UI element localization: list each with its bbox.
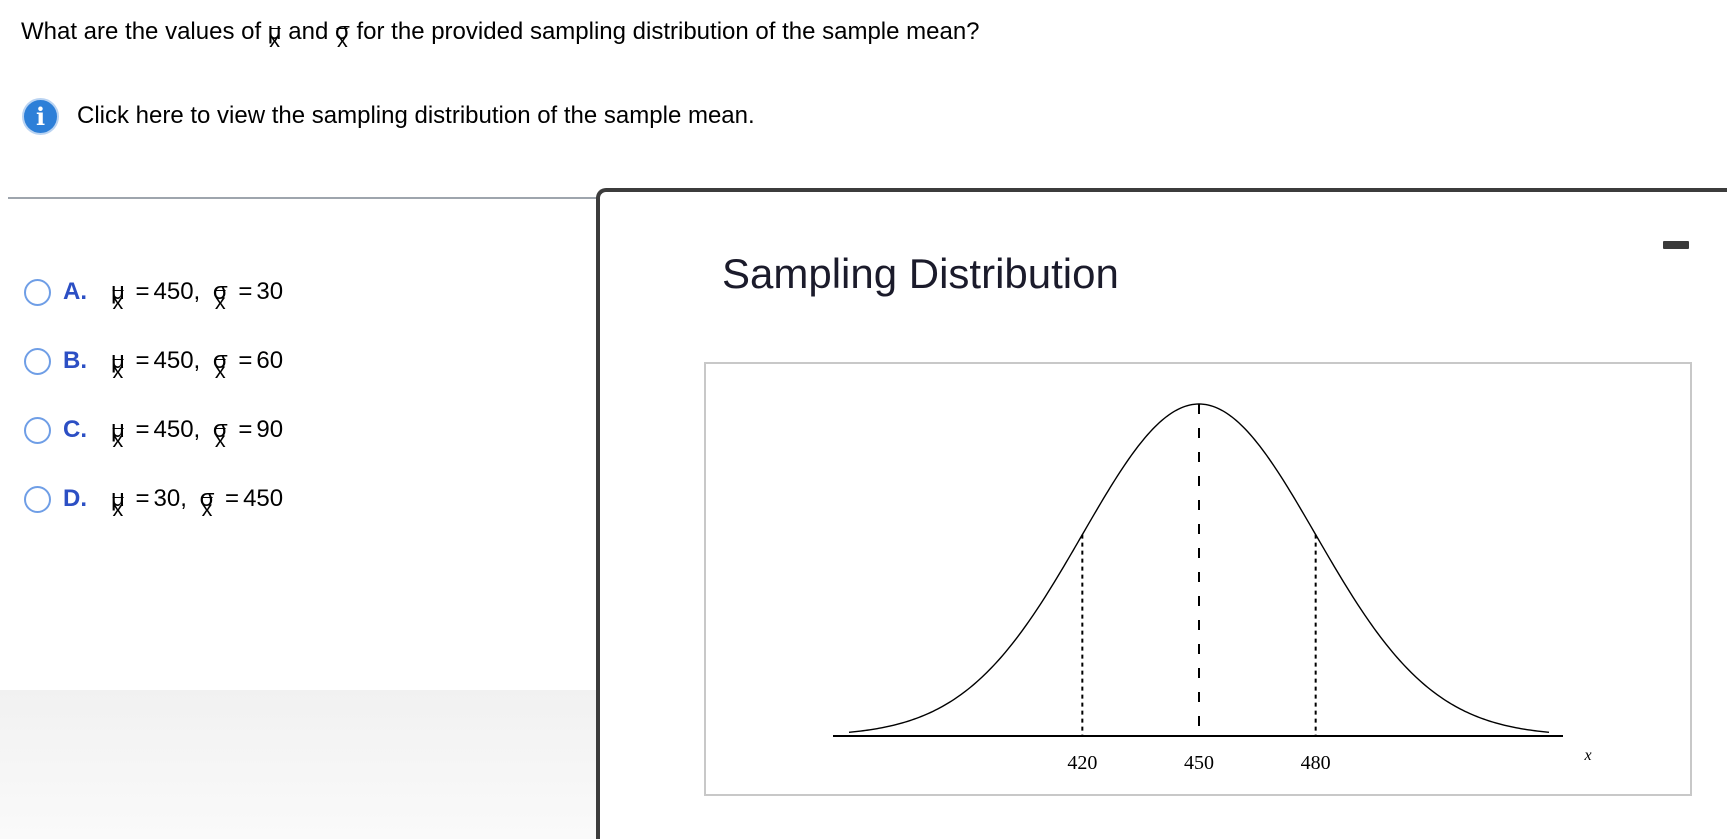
tick-label-450: 450 [1184,752,1214,774]
x-axis-label: x [1583,747,1591,764]
question-text: What are the values of μx and σx for the… [21,16,980,53]
option-text: μx = 30, σx = 450 [111,485,284,522]
section-divider [8,197,602,199]
option-text: μx = 450, σx = 90 [111,416,284,453]
answer-option-c[interactable]: C. μx = 450, σx = 90 [24,410,283,450]
answer-option-d[interactable]: D. μx = 30, σx = 450 [24,479,283,519]
minimize-icon[interactable] [1663,241,1689,249]
option-letter: C. [63,416,87,443]
mu-xbar-symbol: μx [267,18,282,53]
question-mid: and [288,18,336,45]
footer-background [0,690,600,839]
distribution-chart-svg: 420 450 480 x [833,403,1592,774]
popup-title: Sampling Distribution [722,250,1119,297]
sigma-xbar-symbol: σx [335,18,350,53]
answer-option-a[interactable]: A. μx = 450, σx = 30 [24,272,283,312]
info-icon[interactable]: i [22,97,59,135]
option-letter: A. [63,278,87,305]
view-distribution-link[interactable]: Click here to view the sampling distribu… [77,102,755,130]
option-text: μx = 450, σx = 60 [111,347,284,384]
sampling-distribution-popup: Sampling Distribution 420 450 480 x [596,188,1727,839]
tick-label-480: 480 [1301,752,1331,774]
option-letter: D. [63,485,87,512]
distribution-chart: 420 450 480 x [704,362,1692,796]
question-suffix: for the provided sampling distribution o… [356,18,980,45]
answer-option-b[interactable]: B. μx = 450, σx = 60 [24,341,283,381]
info-row[interactable]: i Click here to view the sampling distri… [22,96,755,136]
question-prefix: What are the values of [21,18,268,45]
radio-button-c[interactable] [24,416,51,444]
option-text: μx = 450, σx = 30 [111,278,284,315]
radio-button-b[interactable] [24,347,51,375]
tick-label-420: 420 [1067,752,1097,774]
option-letter: B. [63,347,87,374]
radio-button-d[interactable] [24,485,51,513]
radio-button-a[interactable] [24,278,51,306]
